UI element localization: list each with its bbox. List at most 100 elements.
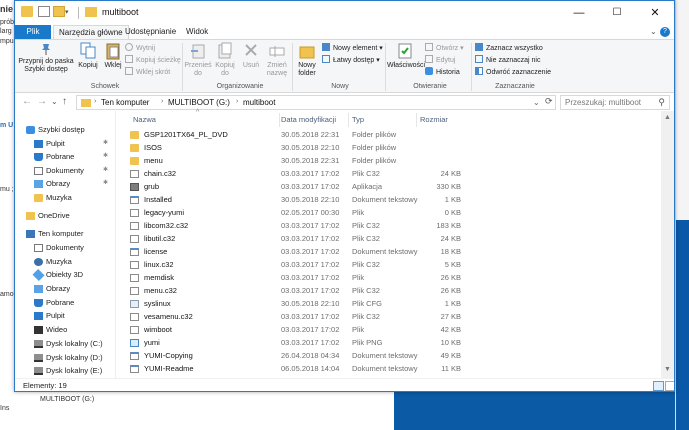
file-name: YUMI-Copying [144, 351, 193, 360]
breadcrumb-separator[interactable]: › [236, 98, 238, 105]
up-button[interactable]: ↑ [62, 96, 67, 107]
file-date: 30.05.2018 22:10 [281, 195, 340, 204]
file-type: Dokument tekstowy [352, 364, 418, 373]
music-icon [34, 258, 43, 266]
sidebar-item-label: Pobrane [46, 152, 75, 161]
sidebar-item[interactable]: Pobrane ✱ [15, 150, 115, 163]
copy-to-button[interactable]: Kopiuj do [212, 42, 238, 78]
file-row[interactable]: linux.c32 03.03.2017 17:02 Plik C32 5 KB [116, 258, 661, 271]
address-box[interactable]: › Ten komputer › MULTIBOOT (G:) › multib… [76, 95, 556, 110]
breadcrumb-separator[interactable]: › [161, 98, 163, 105]
sidebar-item[interactable]: Obiekty 3D [15, 268, 115, 282]
recent-locations-button[interactable]: ⌄ [51, 97, 58, 106]
copy-button[interactable]: Kopiuj [75, 42, 101, 70]
breadcrumb-this-pc[interactable]: Ten komputer [101, 98, 149, 107]
tab-home[interactable]: Narzędzia główne [53, 25, 129, 39]
sidebar-item[interactable]: Dokumenty ✱ [15, 164, 115, 177]
sidebar-item[interactable]: Dysk lokalny (E:) [15, 364, 115, 377]
file-row[interactable]: ISOS 30.05.2018 22:10 Folder plików [116, 141, 661, 154]
file-row[interactable]: Installed 30.05.2018 22:10 Dokument teksto… [116, 193, 661, 206]
sidebar-item[interactable]: Obrazy [15, 282, 115, 295]
file-row[interactable]: memdisk 03.03.2017 17:02 Plik 26 KB [116, 271, 661, 284]
maximize-button[interactable]: ☐ [598, 1, 636, 25]
quick-access-dropdown-icon[interactable]: ▾ [65, 8, 69, 16]
folder-icon [130, 157, 139, 165]
paste-shortcut-button[interactable]: Wklej skrót [125, 67, 170, 78]
file-row[interactable]: YUMI-Readme 06.05.2018 14:04 Dokument teks… [116, 362, 661, 375]
file-row[interactable]: wimboot 03.03.2017 17:02 Plik 42 KB [116, 323, 661, 336]
breadcrumb-separator[interactable]: › [94, 98, 96, 105]
easy-access-button[interactable]: Łatwy dostęp ▾ [322, 55, 380, 66]
forward-button[interactable]: → [37, 96, 47, 107]
file-size: 26 KB [440, 273, 461, 282]
breadcrumb-folder[interactable]: multiboot [243, 98, 275, 107]
help-icon[interactable]: ? [660, 27, 670, 37]
file-row[interactable]: license 03.03.2017 17:02 Dokument tekstowy… [116, 245, 661, 258]
properties-button[interactable]: Właściwości [387, 42, 425, 70]
file-row[interactable]: menu.c32 03.03.2017 17:02 Plik C32 26 KB [116, 284, 661, 297]
file-row[interactable]: libutil.c32 03.03.2017 17:02 Plik C32 24 KB [116, 232, 661, 245]
file-row[interactable]: libcom32.c32 03.03.2017 17:02 Plik C32 183 … [116, 219, 661, 232]
documents-icon [34, 244, 43, 252]
tab-share[interactable]: Udostępnianie [120, 25, 181, 39]
sidebar-item[interactable]: Szybki dostęp [15, 123, 115, 136]
scroll-down-icon[interactable]: ▼ [664, 366, 671, 373]
tab-view[interactable]: Widok [181, 25, 213, 39]
file-row[interactable]: menu 30.05.2018 22:31 Folder plików [116, 154, 661, 167]
column-header-date[interactable]: Data modyfikacji [278, 113, 349, 127]
file-row[interactable]: GSP1201TX64_PL_DVD 30.05.2018 22:31 Folder… [116, 128, 661, 141]
sidebar-item[interactable]: Muzyka [15, 255, 115, 268]
minimize-button[interactable]: — [560, 1, 598, 25]
file-row[interactable]: YUMI-Copying 26.04.2018 04:34 Dokument tek… [116, 349, 661, 362]
vertical-scrollbar[interactable]: ▲ ▼ [661, 111, 674, 378]
open-button[interactable]: Otwórz ▾ [425, 43, 464, 54]
properties-quick-icon[interactable] [38, 6, 50, 17]
copy-path-button[interactable]: Kopiuj ścieżkę [125, 55, 181, 66]
search-input[interactable]: Przeszukaj: multiboot ⚲ [560, 95, 670, 110]
sidebar-item[interactable]: Pulpit [15, 309, 115, 322]
column-header-name[interactable]: Nazwa [130, 113, 280, 127]
back-button[interactable]: ← [22, 96, 32, 107]
file-row[interactable]: legacy-yumi 02.05.2017 00:30 Plik 0 KB [116, 206, 661, 219]
move-to-button[interactable]: Przenieś do [184, 42, 212, 78]
paste-button[interactable]: Wklej [101, 42, 125, 70]
sidebar-item[interactable]: Dysk lokalny (C:) [15, 337, 115, 350]
select-all-button[interactable]: Zaznacz wszystko [475, 43, 543, 54]
sidebar-item[interactable]: Dokumenty [15, 241, 115, 254]
delete-button[interactable]: Usuń [240, 42, 262, 70]
sidebar-item-label: Muzyka [46, 257, 72, 266]
sidebar-item[interactable]: Dysk lokalny (D:) [15, 351, 115, 364]
refresh-button[interactable]: ⟳ [545, 96, 553, 107]
column-header-size[interactable]: Rozmiar [417, 113, 477, 127]
file-row[interactable]: syslinux 30.05.2018 22:10 Plik CFG 1 KB [116, 297, 661, 310]
new-item-button[interactable]: Nowy element ▾ [322, 43, 383, 54]
select-none-button[interactable]: Nie zaznaczaj nic [475, 55, 540, 66]
file-row[interactable]: yumi 03.03.2017 17:02 Plik PNG 10 KB [116, 336, 661, 349]
invert-selection-button[interactable]: Odwróć zaznaczenie [475, 67, 551, 78]
address-dropdown-icon[interactable]: ⌄ [533, 98, 540, 107]
history-button[interactable]: Historia [425, 67, 460, 78]
tab-file[interactable]: Plik [15, 25, 51, 39]
sidebar-item[interactable]: Muzyka [15, 191, 115, 204]
file-row[interactable]: chain.c32 03.03.2017 17:02 Plik C32 24 KB [116, 167, 661, 180]
sidebar-item[interactable]: Wideo [15, 323, 115, 336]
pin-to-quick-access-button[interactable]: Przypnij do paska Szybki dostęp [17, 42, 75, 74]
file-row[interactable]: grub 03.03.2017 17:02 Aplikacja 330 KB [116, 180, 661, 193]
breadcrumb-drive[interactable]: MULTIBOOT (G:) [168, 98, 230, 107]
sidebar-item[interactable]: Pobrane [15, 296, 115, 309]
close-button[interactable]: ✕ [636, 1, 674, 25]
new-folder-button[interactable]: Nowy folder [294, 42, 320, 78]
large-icons-view-icon[interactable] [665, 381, 674, 391]
sidebar-item[interactable]: OneDrive [15, 209, 115, 222]
new-folder-quick-icon[interactable] [53, 6, 65, 17]
details-view-icon[interactable] [653, 381, 664, 391]
cut-button[interactable]: Wytnij [125, 43, 155, 54]
edit-button[interactable]: Edytuj [425, 55, 455, 66]
sidebar-item[interactable]: Ten komputer [15, 227, 115, 240]
sidebar-item[interactable]: Obrazy ✱ [15, 177, 115, 190]
rename-button[interactable]: Zmień nazwę [263, 42, 291, 78]
file-row[interactable]: vesamenu.c32 03.03.2017 17:02 Plik C32 27 K… [116, 310, 661, 323]
column-header-type[interactable]: Typ [349, 113, 417, 127]
sidebar-item[interactable]: Pulpit ✱ [15, 137, 115, 150]
scroll-up-icon[interactable]: ▲ [664, 114, 671, 121]
